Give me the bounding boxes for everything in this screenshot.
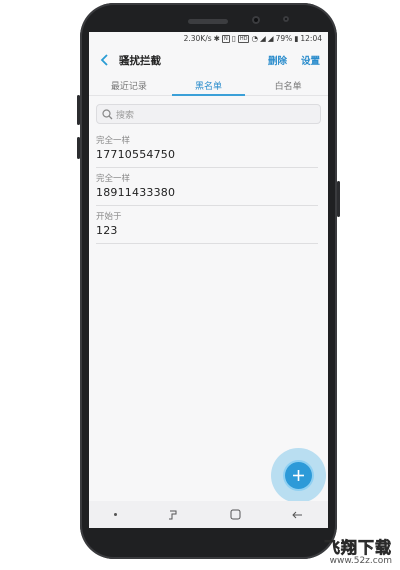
search-icon <box>102 108 113 119</box>
hd-badge: HD <box>237 34 250 43</box>
tab-blacklist[interactable]: 黑名单 <box>169 75 249 96</box>
signal-icon: ◢ <box>260 34 266 43</box>
back-nav-icon[interactable] <box>291 510 303 520</box>
system-nav-bar <box>89 501 328 528</box>
phone-frame: 2.30K/s ✱ N ▯ HD ◔ ◢ ◢ 79% ▮ 12:04 骚扰拦截 … <box>77 3 340 559</box>
delete-button[interactable]: 删除 <box>268 53 287 67</box>
earpiece-speaker <box>188 19 228 24</box>
settings-button[interactable]: 设置 <box>301 53 320 67</box>
tab-whitelist[interactable]: 白名单 <box>248 75 328 95</box>
phone-number: 123 <box>96 224 118 237</box>
search-placeholder: 搜索 <box>116 110 135 121</box>
watermark-url: www.52z.com <box>329 556 392 566</box>
chevron-left-icon <box>100 54 108 66</box>
home-icon[interactable] <box>230 509 241 520</box>
plus-icon <box>293 470 304 481</box>
tab-recent[interactable]: 最近记录 <box>89 75 169 95</box>
front-camera <box>252 16 260 24</box>
battery-icon: ▮ <box>294 34 299 43</box>
watermark-logo: 飞翔下载 <box>323 538 392 557</box>
recents-icon[interactable] <box>167 510 179 520</box>
add-button[interactable] <box>285 462 312 489</box>
vibrate-icon: ▯ <box>231 34 236 43</box>
app-header: 骚扰拦截 删除 设置 <box>89 45 328 75</box>
list-item[interactable]: 开始于 123 <box>96 206 318 244</box>
phone-number: 18911433380 <box>96 186 176 199</box>
iris-sensor <box>283 16 289 22</box>
blacklist: 完全一样 17710554750 完全一样 18911433380 开始于 12… <box>89 130 328 244</box>
bluetooth-icon: ✱ <box>213 34 220 43</box>
network-speed: 2.30K/s <box>183 34 212 43</box>
nfc-badge: N <box>221 34 230 43</box>
status-bar: 2.30K/s ✱ N ▯ HD ◔ ◢ ◢ 79% ▮ 12:04 <box>89 32 328 45</box>
back-button[interactable] <box>95 50 115 70</box>
power-button <box>337 181 340 217</box>
match-type: 完全一样 <box>96 136 131 146</box>
bixby-button <box>77 137 80 159</box>
match-type: 完全一样 <box>96 174 131 184</box>
watermark: 飞翔下载 www.52z.com <box>324 539 392 566</box>
battery-percent: 79% <box>275 34 293 43</box>
search-input[interactable]: 搜索 <box>96 104 321 124</box>
tab-bar: 最近记录 黑名单 白名单 <box>89 75 328 96</box>
volume-button <box>77 95 80 125</box>
page-title: 骚扰拦截 <box>119 54 161 67</box>
list-item[interactable]: 完全一样 17710554750 <box>96 130 318 168</box>
clock: 12:04 <box>300 34 322 43</box>
signal2-icon: ◢ <box>267 34 274 43</box>
nav-dot-icon[interactable] <box>114 513 118 516</box>
match-type: 开始于 <box>96 212 122 222</box>
list-item[interactable]: 完全一样 18911433380 <box>96 168 318 206</box>
phone-number: 17710554750 <box>96 148 176 161</box>
wifi-icon: ◔ <box>251 34 258 43</box>
screen: 2.30K/s ✱ N ▯ HD ◔ ◢ ◢ 79% ▮ 12:04 骚扰拦截 … <box>89 32 328 528</box>
